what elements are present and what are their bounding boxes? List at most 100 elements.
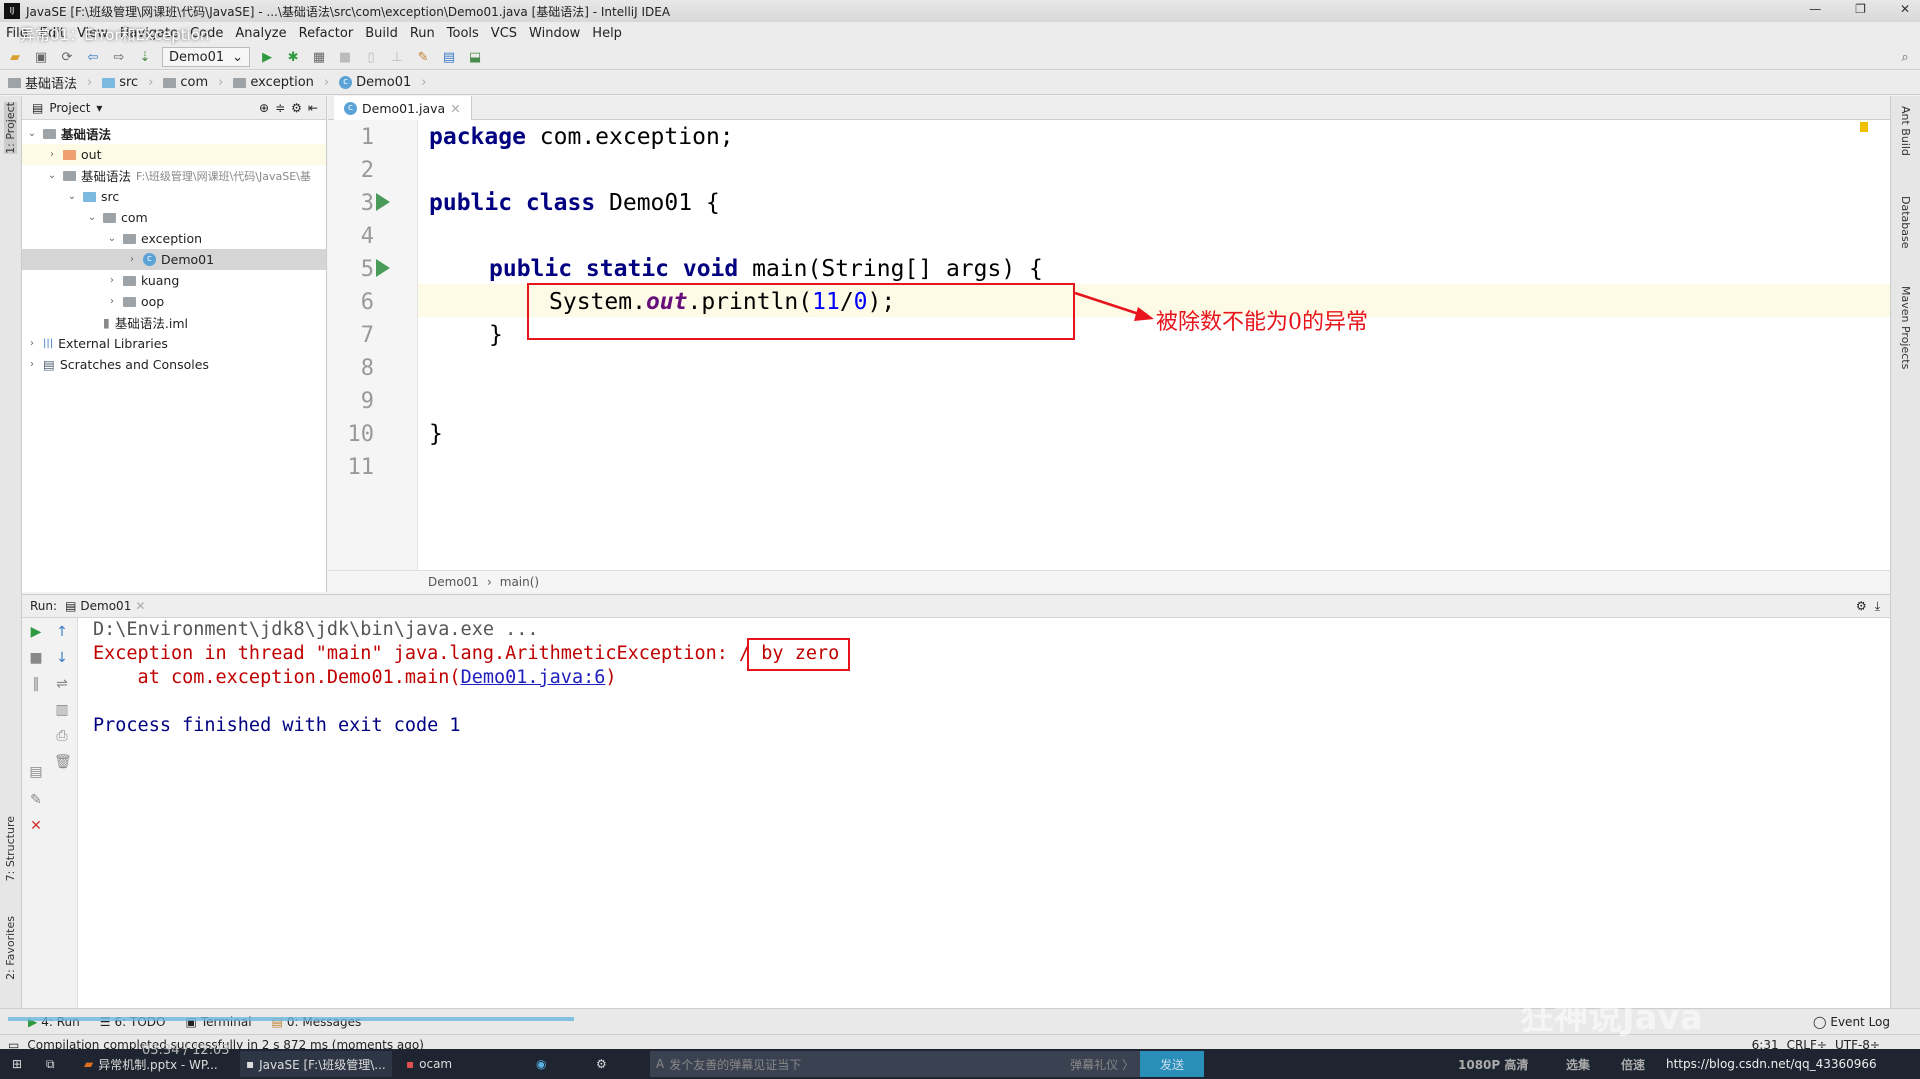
run-gutter-icon[interactable]: [376, 193, 390, 211]
debug-icon[interactable]: ✱: [284, 49, 302, 65]
menu-window[interactable]: Window: [529, 26, 580, 41]
console-output[interactable]: D:\Environment\jdk8\jdk\bin\java.exe ...…: [78, 618, 1890, 1008]
chevron-down-icon[interactable]: ▾: [96, 101, 102, 115]
layout-icon[interactable]: ▤: [28, 764, 44, 780]
menu-tools[interactable]: Tools: [447, 26, 479, 41]
database-tool-button[interactable]: Database: [1899, 196, 1912, 249]
crumb-method[interactable]: main(): [500, 575, 539, 589]
chevron-right-icon[interactable]: ›: [106, 275, 118, 286]
tree-item[interactable]: › oop: [22, 291, 326, 312]
collapse-all-icon[interactable]: ≑: [275, 101, 285, 115]
back-icon[interactable]: ⇦: [84, 49, 102, 65]
chevron-down-icon[interactable]: ⌄: [86, 212, 98, 223]
tree-item[interactable]: ⌄ exception: [22, 228, 326, 249]
minimize-button[interactable]: —: [1809, 2, 1821, 16]
pause-icon[interactable]: ‖: [28, 676, 44, 692]
close-tab-icon[interactable]: ✕: [450, 101, 460, 116]
taskbar-app-idea[interactable]: ▪ JavaSE [F:\班级管理\...: [240, 1051, 392, 1077]
chevron-down-icon[interactable]: ⌄: [46, 170, 58, 181]
nav-crumb[interactable]: com ›: [163, 75, 223, 90]
up-icon[interactable]: ↑: [54, 624, 70, 640]
close-icon[interactable]: ✕: [28, 818, 44, 834]
clear-icon[interactable]: 🗑: [54, 754, 72, 770]
nav-crumb[interactable]: src ›: [102, 75, 153, 90]
ant-build-tool-button[interactable]: Ant Build: [1899, 106, 1912, 156]
sync-icon[interactable]: ⟳: [58, 49, 76, 65]
menu-analyze[interactable]: Analyze: [235, 26, 286, 41]
structure-tool-button[interactable]: 7: Structure: [4, 816, 17, 881]
run-gutter-icon[interactable]: [376, 259, 390, 277]
chevron-right-icon[interactable]: ›: [46, 149, 58, 160]
tree-item[interactable]: › c Demo01: [22, 249, 326, 270]
maven-tool-button[interactable]: Maven Projects: [1899, 286, 1912, 369]
crumb-class[interactable]: Demo01: [428, 575, 479, 589]
locate-icon[interactable]: ⊕: [259, 101, 269, 115]
chevron-right-icon[interactable]: ›: [26, 338, 38, 349]
menu-build[interactable]: Build: [365, 26, 398, 41]
tree-item[interactable]: › ||| External Libraries: [22, 333, 326, 354]
danmaku-input[interactable]: A 发个友善的弹幕见证当下 弹幕礼仪 〉: [650, 1051, 1140, 1077]
tree-item[interactable]: › out: [22, 144, 326, 165]
nav-crumb[interactable]: c Demo01 ›: [339, 75, 427, 90]
tab-demo01-java[interactable]: c Demo01.java ✕: [334, 96, 472, 120]
stop-icon[interactable]: ■: [28, 650, 44, 666]
close-tab-icon[interactable]: ✕: [135, 599, 145, 613]
chevron-down-icon[interactable]: ⌄: [26, 128, 38, 139]
soft-wrap-icon[interactable]: ⇌: [54, 676, 70, 692]
gear-icon[interactable]: ⚙: [1856, 599, 1867, 613]
close-button[interactable]: ✕: [1900, 2, 1910, 16]
start-button[interactable]: ⊞: [6, 1051, 28, 1077]
tree-item[interactable]: ▮ 基础语法.iml: [22, 312, 326, 333]
project-structure-icon[interactable]: ▤: [440, 49, 458, 65]
chevron-right-icon[interactable]: ›: [26, 359, 38, 370]
task-view-icon[interactable]: ⧉: [40, 1051, 61, 1077]
nav-crumb[interactable]: 基础语法 ›: [8, 73, 92, 92]
stack-trace-link[interactable]: Demo01.java:6: [461, 667, 606, 688]
taskbar-app-wps[interactable]: ▰ 异常机制.pptx - WP...: [78, 1051, 224, 1077]
open-icon[interactable]: ▰: [6, 49, 24, 65]
tree-item[interactable]: ⌄ src: [22, 186, 326, 207]
speed-button[interactable]: 倍速: [1615, 1051, 1651, 1077]
chevron-down-icon[interactable]: ⌄: [106, 233, 118, 244]
hide-panel-icon[interactable]: ⇤: [308, 101, 318, 115]
tree-item[interactable]: › ▤ Scratches and Consoles: [22, 354, 326, 375]
episodes-button[interactable]: 选集: [1560, 1051, 1596, 1077]
menu-refactor[interactable]: Refactor: [299, 26, 354, 41]
danmaku-toggle-icon[interactable]: ◉: [530, 1051, 552, 1077]
tree-item[interactable]: ⌄ com: [22, 207, 326, 228]
restore-button[interactable]: ❐: [1855, 2, 1866, 16]
chevron-down-icon[interactable]: ⌄: [66, 191, 78, 202]
search-everywhere-icon[interactable]: ⌕: [1896, 49, 1914, 65]
menu-vcs[interactable]: VCS: [491, 26, 517, 41]
coverage-icon[interactable]: ▦: [310, 49, 328, 65]
hide-panel-icon[interactable]: ⤓: [1875, 599, 1880, 614]
vcs-icon[interactable]: ▯: [362, 49, 380, 65]
event-log-button[interactable]: ◯ Event Log: [1813, 1015, 1890, 1029]
danmaku-etiquette-link[interactable]: 弹幕礼仪 〉: [1070, 1056, 1134, 1073]
run-tab[interactable]: ▤ Demo01 ✕: [65, 599, 145, 613]
vcs-update-icon[interactable]: ⊥: [388, 49, 406, 65]
forward-icon[interactable]: ⇨: [110, 49, 128, 65]
tree-item[interactable]: ⌄ 基础语法 F:\班级管理\网课班\代码\JavaSE\基: [22, 165, 326, 186]
quality-button[interactable]: 1080P 高清: [1452, 1051, 1534, 1077]
tree-item[interactable]: ⌄ 基础语法: [22, 123, 326, 144]
menu-help[interactable]: Help: [592, 26, 622, 41]
menu-run[interactable]: Run: [410, 26, 435, 41]
gear-icon[interactable]: ⚙: [291, 101, 302, 115]
pin-icon[interactable]: ✎: [28, 792, 44, 808]
nav-crumb[interactable]: exception ›: [233, 75, 329, 90]
code-editor[interactable]: 1 2 3 4 5 6 7 8 9 10 11 package com.exception; pub…: [328, 120, 1890, 570]
send-button[interactable]: 发送: [1140, 1051, 1204, 1077]
project-tool-button[interactable]: 1: Project: [4, 102, 17, 154]
print-icon[interactable]: ⎙: [54, 728, 70, 744]
rerun-icon[interactable]: ▶: [28, 624, 44, 640]
project-view-select[interactable]: Project: [49, 101, 90, 115]
video-progress-bar[interactable]: [8, 1017, 574, 1021]
sdk-icon[interactable]: ⬓: [466, 49, 484, 65]
scroll-end-icon[interactable]: ▥: [54, 702, 70, 718]
settings-wrench-icon[interactable]: ✎: [414, 49, 432, 65]
chevron-right-icon[interactable]: ›: [126, 254, 138, 265]
run-icon[interactable]: ▶: [258, 49, 276, 65]
build-icon[interactable]: ⇣: [136, 49, 154, 65]
danmaku-settings-icon[interactable]: ⚙: [590, 1051, 613, 1077]
